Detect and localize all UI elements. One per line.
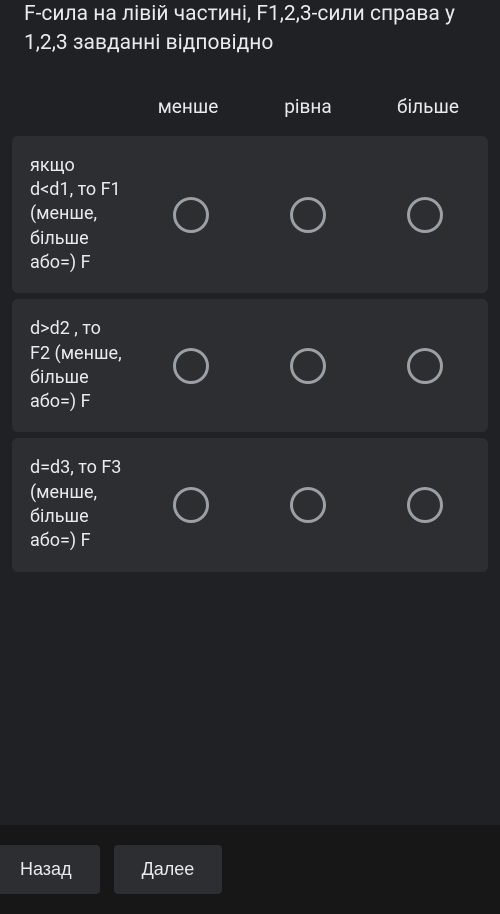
radio-r2-c1[interactable]	[173, 348, 209, 384]
radio-r1-c1[interactable]	[173, 197, 209, 233]
next-button[interactable]: Далее	[114, 845, 223, 894]
radio-cell	[249, 487, 366, 523]
row-label-1: якщо d<d1, то F1 (менше, більше або=) F	[16, 154, 132, 275]
radio-r1-c2[interactable]	[290, 197, 326, 233]
radio-r3-c2[interactable]	[290, 487, 326, 523]
radio-r2-c3[interactable]	[407, 348, 443, 384]
grid-row-3: d=d3, то F3 (менше, більше або=) F	[12, 438, 488, 571]
radio-cell	[132, 348, 249, 384]
radio-cell	[249, 197, 366, 233]
radio-r1-c3[interactable]	[407, 197, 443, 233]
row-label-3: d=d3, то F3 (менше, більше або=) F	[16, 456, 132, 553]
radio-r2-c2[interactable]	[290, 348, 326, 384]
header-spacer	[12, 95, 128, 118]
nav-bar: Назад Далее	[0, 825, 500, 914]
grid-row-2: d>d2 , то F2 (менше, більше або=) F	[12, 299, 488, 432]
row-label-2: d>d2 , то F2 (менше, більше або=) F	[16, 317, 132, 414]
back-button[interactable]: Назад	[0, 845, 100, 894]
question-line-1: F-сила на лівій частині, F1,2,3-сили	[24, 2, 365, 26]
radio-cell	[367, 487, 484, 523]
grid-header-row: менше рівна більше	[12, 83, 488, 136]
radio-r3-c1[interactable]	[173, 487, 209, 523]
radio-cell	[132, 487, 249, 523]
radio-cell	[249, 348, 366, 384]
column-header-1: менше	[128, 95, 248, 118]
radio-r3-c3[interactable]	[407, 487, 443, 523]
radio-cell	[367, 197, 484, 233]
radio-cell	[367, 348, 484, 384]
question-text: F-сила на лівій частині, F1,2,3-сили спр…	[0, 0, 500, 83]
grid-row-1: якщо d<d1, то F1 (менше, більше або=) F	[12, 136, 488, 293]
column-header-2: рівна	[248, 95, 368, 118]
radio-cell	[132, 197, 249, 233]
column-header-3: більше	[368, 95, 488, 118]
grid-container: менше рівна більше якщо d<d1, то F1 (мен…	[0, 83, 500, 572]
